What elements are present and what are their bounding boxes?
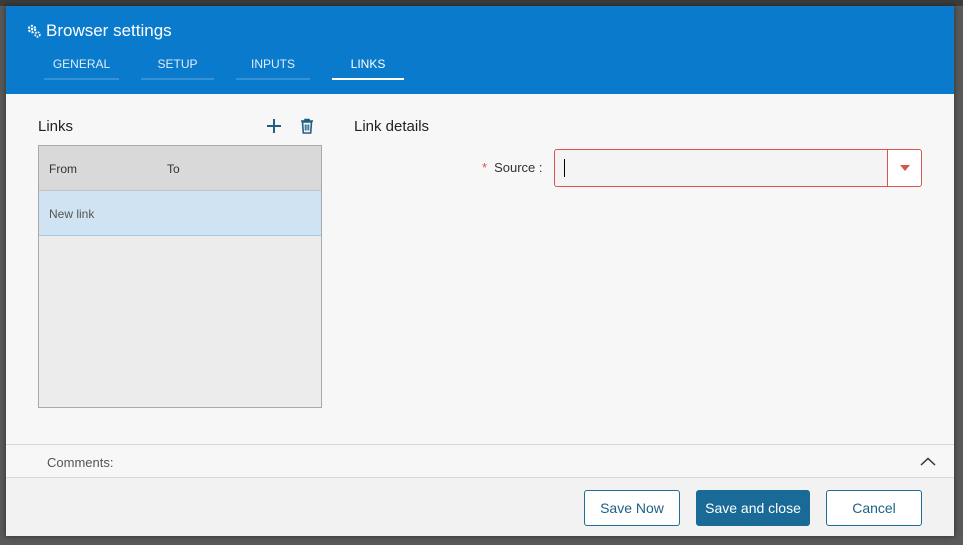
source-dropdown-button[interactable] (887, 150, 921, 186)
cancel-button[interactable]: Cancel (826, 490, 922, 526)
caret-down-icon (899, 165, 910, 171)
column-to[interactable]: To (167, 162, 180, 176)
tab-inputs[interactable]: INPUTS (236, 54, 310, 80)
tab-general[interactable]: GENERAL (44, 54, 119, 80)
dialog-title: Browser settings (26, 20, 172, 42)
link-details-title: Link details (354, 118, 430, 135)
comments-bar: Comments: (6, 444, 954, 478)
delete-link-button[interactable] (297, 116, 317, 136)
add-link-button[interactable] (264, 116, 284, 136)
required-marker: * (482, 160, 488, 175)
table-row[interactable]: New link (39, 191, 321, 236)
comments-label: Comments: (47, 455, 114, 470)
tab-setup[interactable]: SETUP (141, 54, 214, 80)
tab-links[interactable]: LINKS (332, 54, 404, 80)
gears-icon (26, 22, 44, 40)
source-input[interactable] (555, 150, 887, 186)
save-now-button[interactable]: Save Now (584, 490, 680, 526)
cell-from: New link (49, 207, 95, 221)
source-label: * Source : (482, 160, 542, 175)
chevron-up-icon (920, 456, 936, 466)
links-table-header: From To (39, 146, 321, 191)
dialog-title-text: Browser settings (46, 21, 172, 40)
comments-toggle-button[interactable] (919, 453, 937, 469)
trash-icon (301, 118, 313, 134)
column-from[interactable]: From (49, 162, 77, 176)
tab-bar: GENERAL SETUP INPUTS LINKS (44, 54, 426, 80)
links-table: From To New link (38, 145, 322, 408)
dialog-footer: Save Now Save and close Cancel (6, 478, 954, 536)
source-select (554, 149, 922, 187)
text-cursor (564, 159, 565, 177)
source-label-text: Source : (494, 160, 543, 175)
links-title: Links (38, 118, 74, 135)
browser-settings-dialog: Browser settings GENERAL SETUP INPUTS LI… (6, 6, 954, 536)
dialog-header: Browser settings GENERAL SETUP INPUTS LI… (6, 6, 954, 94)
plus-icon (267, 119, 281, 133)
save-and-close-button[interactable]: Save and close (696, 490, 810, 526)
